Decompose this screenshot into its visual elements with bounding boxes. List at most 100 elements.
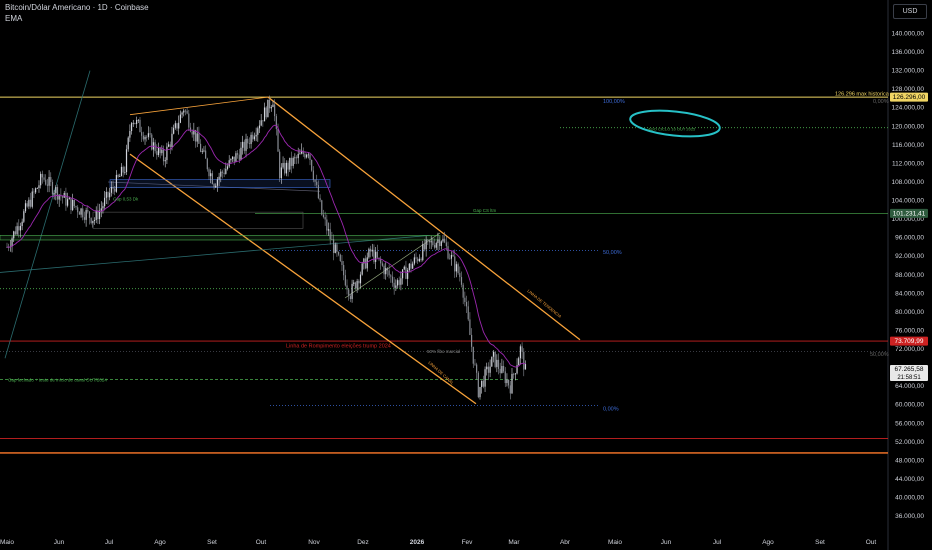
candle-body [124, 172, 126, 173]
candle-body [228, 160, 230, 167]
candle-body [72, 199, 74, 211]
candle-body [90, 217, 92, 224]
channel-lower[interactable] [129, 153, 477, 405]
candle-body [257, 128, 259, 135]
candle-body [521, 346, 523, 352]
y-tick-label: 96.000,00 [895, 235, 924, 242]
candle-body [292, 157, 294, 166]
candle-body [329, 229, 331, 240]
candle-body [210, 173, 212, 177]
x-tick-label: Ago [762, 539, 774, 546]
candle-body [56, 187, 59, 200]
candle-body [388, 270, 390, 276]
candle-body [162, 149, 165, 162]
candle-body [336, 244, 338, 252]
candle-body [263, 107, 266, 122]
candle-body [368, 248, 370, 258]
ath-price-tag: 126.296,00 [893, 94, 926, 101]
candle-body [267, 99, 269, 118]
candle-body [413, 257, 415, 264]
candle-body [499, 368, 501, 373]
candle-body [231, 156, 234, 160]
wedge-top-left[interactable] [129, 96, 269, 116]
candle-body [75, 206, 77, 208]
candle-body [494, 351, 496, 367]
candle-body [398, 280, 400, 285]
candle-body [146, 136, 148, 138]
candle-body [314, 179, 316, 182]
y-tick-label: 52.000,00 [895, 439, 924, 446]
candle-body [28, 199, 30, 207]
candle-body [252, 134, 254, 140]
candle-body [139, 119, 141, 133]
candle-body [418, 258, 421, 262]
candle-body [513, 373, 515, 375]
candle-body [518, 358, 520, 366]
candle-body [353, 282, 355, 284]
long-trend-line[interactable] [4, 70, 91, 359]
y-tick-label: 48.000,00 [895, 457, 924, 464]
candle-body [181, 112, 183, 115]
y-tick-label: 104.000,00 [891, 198, 924, 205]
candle-body [277, 128, 279, 152]
candle-body [289, 157, 291, 170]
ath-cycle-circle[interactable] [629, 107, 721, 140]
candle-body [173, 127, 175, 134]
candle-body [491, 356, 493, 367]
candle-body [319, 198, 321, 201]
candle-body [299, 153, 301, 155]
y-tick-label: 64.000,00 [895, 383, 924, 390]
y-tick-label: 140.000,00 [891, 31, 924, 38]
candle-body [425, 239, 427, 250]
candle-body [295, 157, 298, 159]
candle-body [356, 280, 358, 289]
gap-closed-label: Gap fechado + teste de início de canal O… [8, 377, 107, 382]
candle-body [122, 166, 124, 173]
candle-body [110, 187, 112, 193]
candle-body [391, 276, 394, 283]
candle-body [220, 171, 222, 177]
candle-body [225, 168, 227, 174]
candle-body [369, 248, 372, 252]
y-tick-label: 128.000,00 [891, 86, 924, 93]
candle-body [161, 149, 163, 154]
candle-body [403, 266, 405, 270]
fib-50-label: 50,00% [603, 250, 622, 256]
candle-body [105, 191, 107, 198]
candle-body [85, 210, 87, 220]
range-box[interactable] [92, 211, 304, 229]
candle-body [40, 173, 42, 186]
candle-body [412, 263, 414, 269]
x-tick-label: Mar [508, 539, 520, 546]
candle-body [216, 179, 219, 186]
candle-body [179, 114, 181, 123]
candle-body [215, 185, 217, 188]
candle-body [174, 123, 176, 128]
candle-body [176, 123, 178, 129]
level-101-price-tag: 101.231,41 [893, 210, 926, 217]
chart-canvas[interactable]: 126.296 max historica 100,00% 0,00% AGO CIC… [0, 0, 932, 550]
candle-body [442, 238, 444, 242]
y-tick-label: 72.000,00 [895, 346, 924, 353]
candle-body [312, 170, 314, 180]
candle-body [346, 285, 348, 290]
candle-body [248, 143, 250, 145]
fib-bottom-label: 0,00% [603, 406, 619, 412]
candle-body [230, 159, 232, 161]
gap-zone[interactable] [0, 235, 441, 241]
trendline-upper[interactable] [267, 96, 581, 341]
candle-body [171, 133, 173, 148]
y-tick-label: 56.000,00 [895, 420, 924, 427]
candle-body [178, 122, 180, 129]
gap-small-zone[interactable] [109, 179, 331, 188]
y-tick-label: 92.000,00 [895, 253, 924, 260]
candle-body [151, 134, 153, 150]
candle-body [83, 217, 86, 220]
fib-right-50-label: 50,00% [870, 352, 889, 358]
candle-body [465, 302, 468, 307]
candle-body [417, 258, 419, 262]
candle-body [156, 151, 158, 156]
trendline-label: LINHA DE TENDENCIA [526, 288, 562, 319]
candle-body [452, 255, 454, 257]
candle-body [400, 278, 402, 285]
